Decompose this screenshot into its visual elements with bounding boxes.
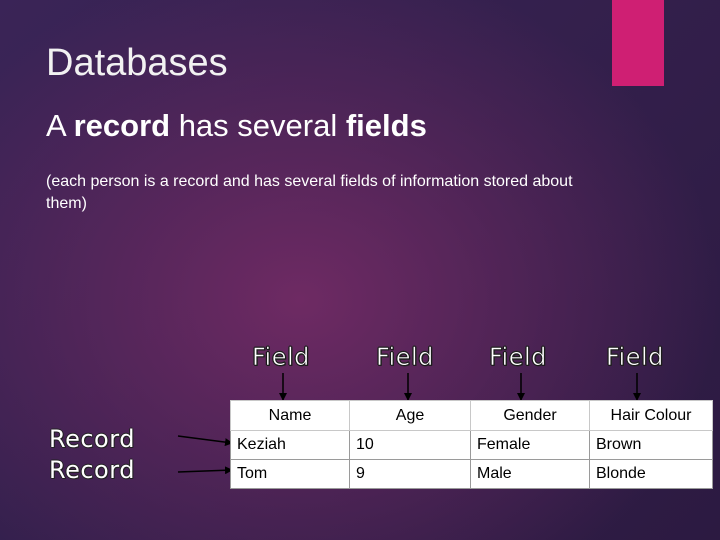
header-gender: Gender bbox=[470, 400, 590, 431]
arrow-record-tom bbox=[177, 466, 233, 475]
table-row: Tom 9 Male Blonde bbox=[230, 459, 713, 489]
header-hair-colour: Hair Colour bbox=[589, 400, 713, 431]
cell-age: 10 bbox=[349, 430, 471, 460]
cell-age: 9 bbox=[349, 459, 471, 489]
cell-hair-colour: Brown bbox=[589, 430, 713, 460]
header-name: Name bbox=[230, 400, 350, 431]
cell-hair-colour: Blonde bbox=[589, 459, 713, 489]
cell-gender: Male bbox=[470, 459, 590, 489]
table-row: Keziah 10 Female Brown bbox=[230, 430, 713, 460]
cell-gender: Female bbox=[470, 430, 590, 460]
table-header-row: Name Age Gender Hair Colour bbox=[230, 400, 713, 431]
records-table: Name Age Gender Hair Colour Keziah 10 Fe… bbox=[230, 400, 713, 489]
arrow-record-keziah bbox=[177, 435, 233, 447]
header-age: Age bbox=[349, 400, 471, 431]
cell-name: Tom bbox=[230, 459, 350, 489]
cell-name: Keziah bbox=[230, 430, 350, 460]
